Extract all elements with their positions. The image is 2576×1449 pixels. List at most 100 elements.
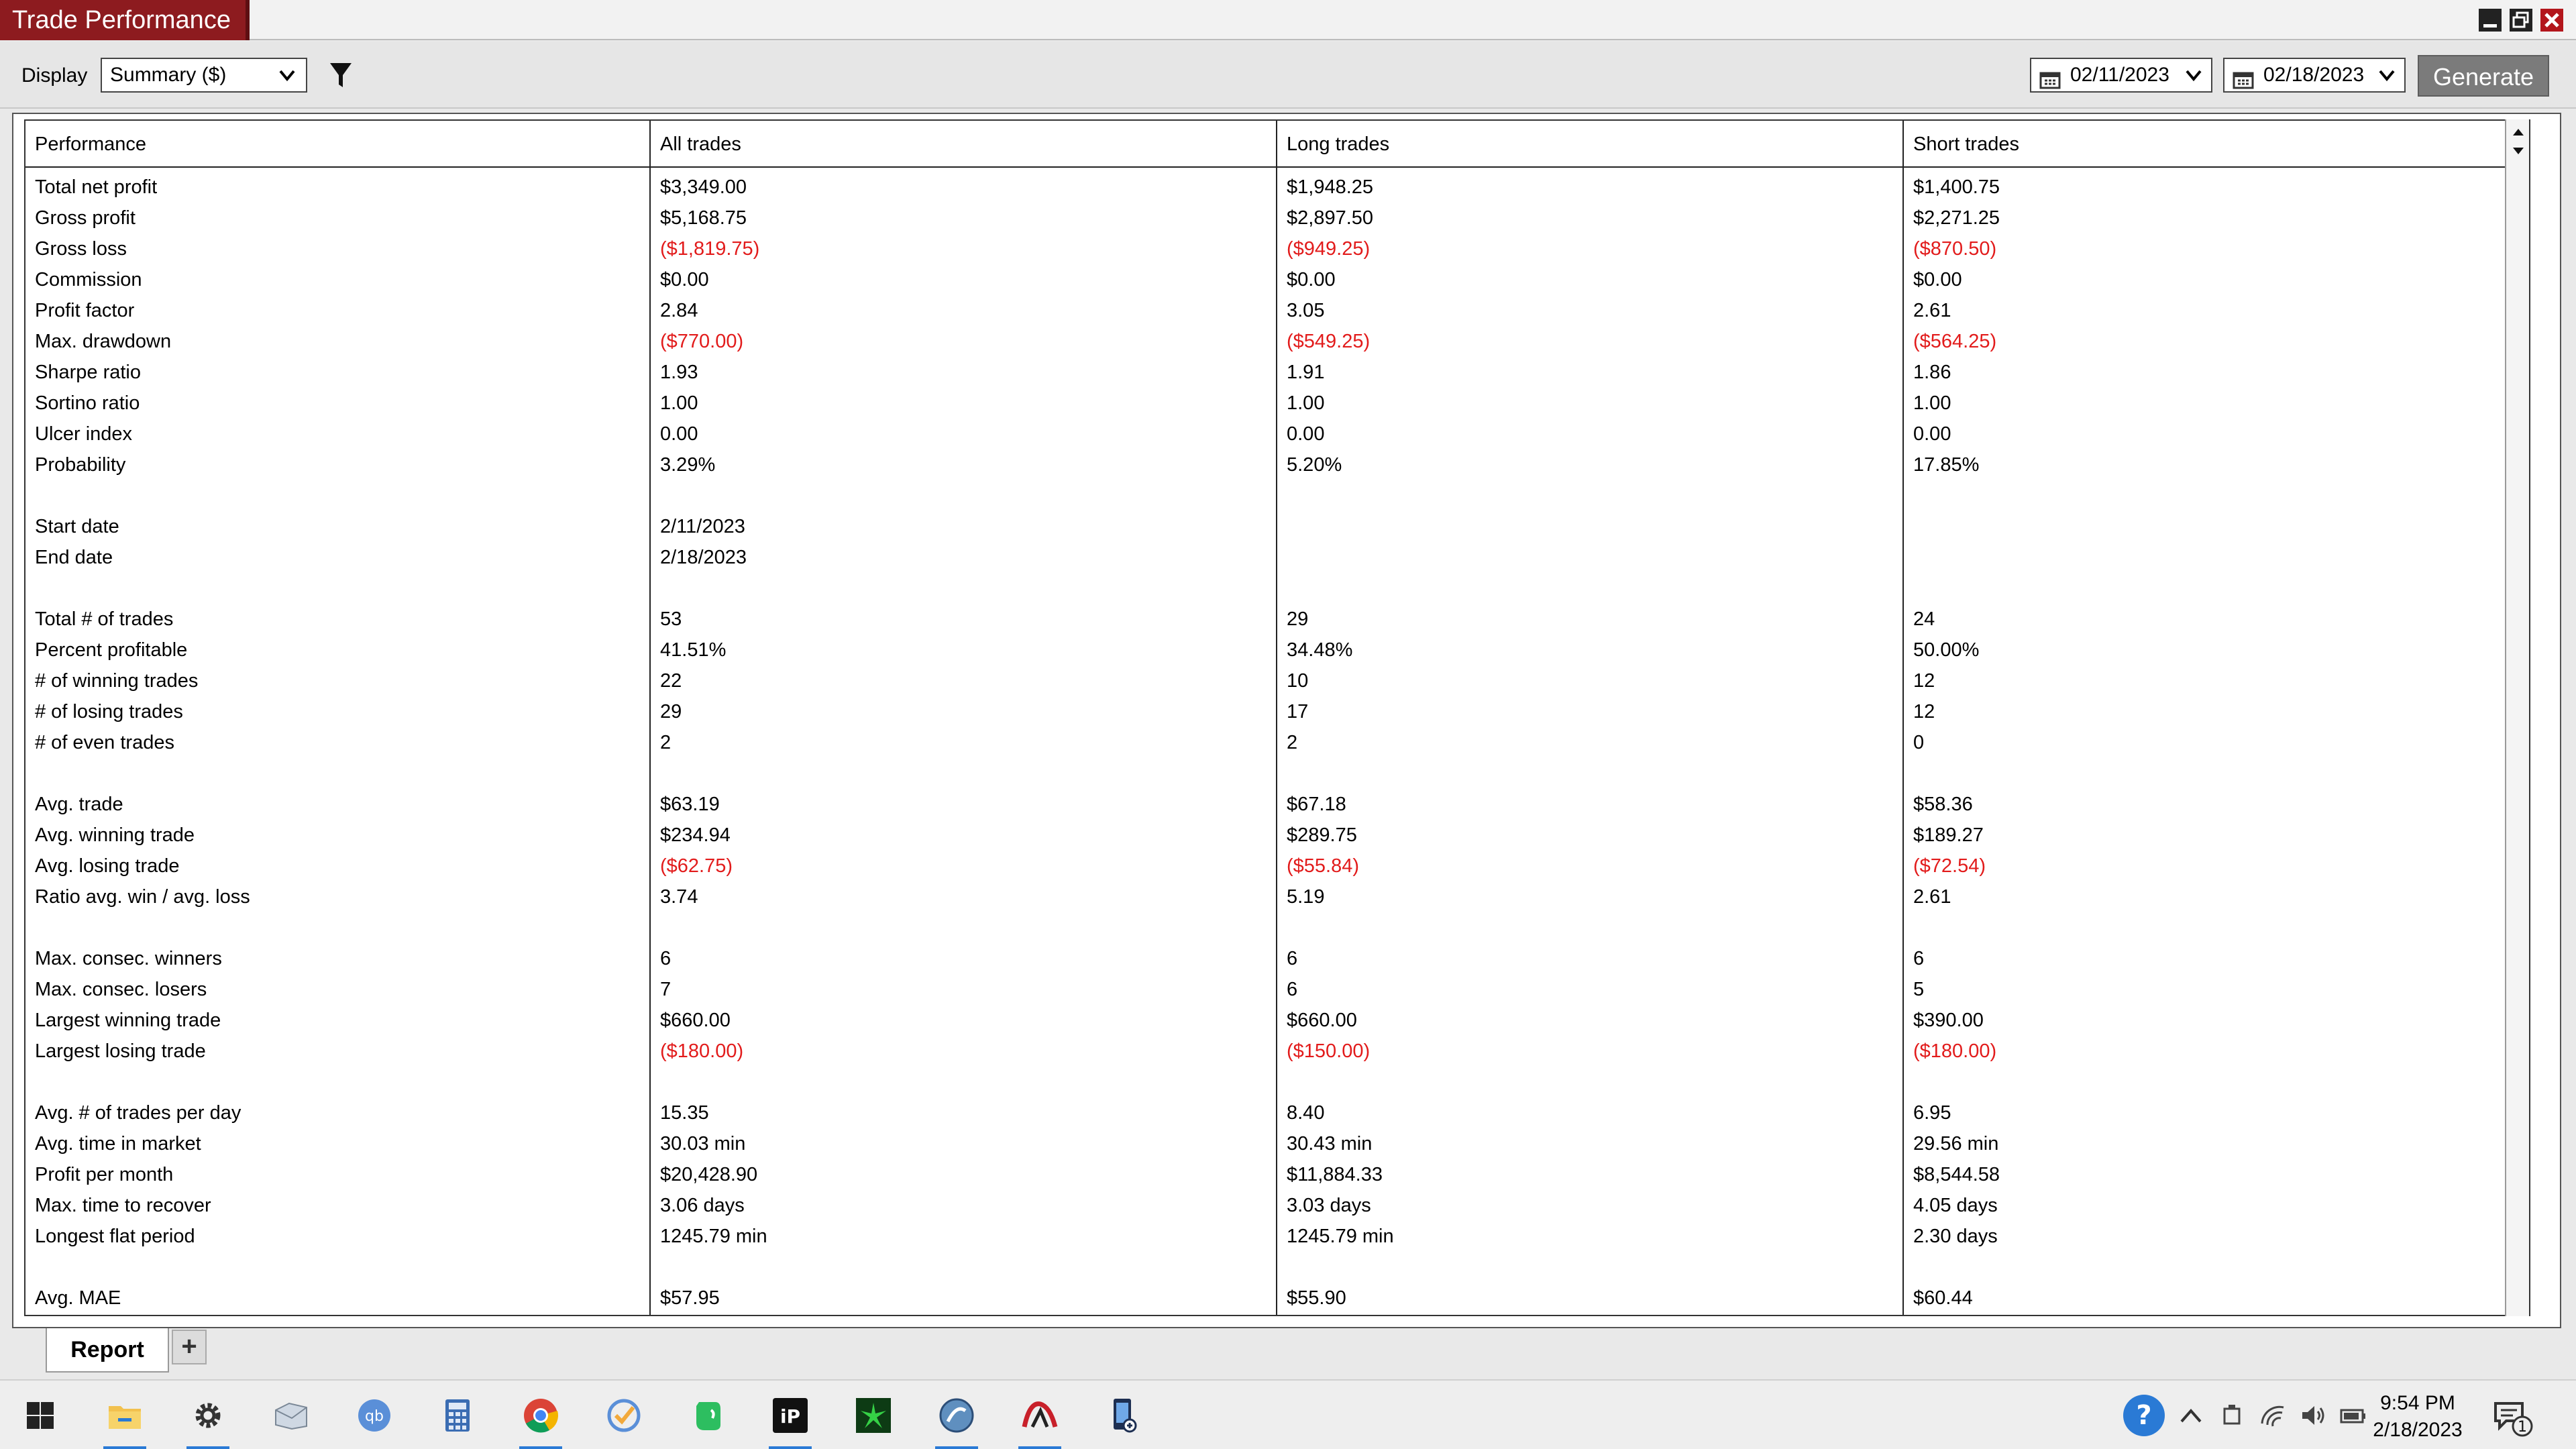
- vertical-scrollbar[interactable]: [2505, 119, 2529, 1316]
- all-trades-value: 2/18/2023: [660, 547, 747, 568]
- table-row[interactable]: # of even trades 2 2 0: [25, 727, 2529, 758]
- short-trades-value: ($564.25): [1913, 331, 1997, 352]
- short-trades-value: 6: [1913, 948, 1925, 969]
- table-row[interactable]: Sharpe ratio 1.93 1.91 1.86: [25, 357, 2529, 388]
- table-row[interactable]: Max. drawdown ($770.00) ($549.25) ($564.25): [25, 326, 2529, 357]
- row-label: Profit factor: [35, 300, 135, 321]
- row-label: Avg. trade: [35, 794, 123, 815]
- short-trades-value: ($180.00): [1913, 1040, 1997, 1062]
- table-row[interactable]: Avg. losing trade ($62.75) ($55.84) ($72.54…: [25, 851, 2529, 881]
- file-explorer-icon[interactable]: [99, 1390, 150, 1449]
- table-row[interactable]: Avg. MAE $57.95 $55.90 $60.44: [25, 1283, 2529, 1313]
- long-trades-value: $289.75: [1287, 824, 1357, 846]
- table-row[interactable]: Avg. # of trades per day 15.35 8.40 6.95: [25, 1097, 2529, 1128]
- header-performance[interactable]: Performance: [25, 121, 649, 166]
- table-row[interactable]: [25, 758, 2529, 789]
- close-button[interactable]: [2538, 7, 2565, 34]
- minimize-button[interactable]: [2477, 7, 2504, 34]
- row-label: # of even trades: [35, 732, 174, 753]
- table-row[interactable]: Ratio avg. win / avg. loss 3.74 5.19 2.61: [25, 881, 2529, 912]
- row-label: Gross profit: [35, 207, 136, 229]
- table-row[interactable]: Max. consec. losers 7 6 5: [25, 974, 2529, 1005]
- table-row[interactable]: [25, 480, 2529, 511]
- table-row[interactable]: End date 2/18/2023: [25, 542, 2529, 573]
- add-tab-button[interactable]: +: [172, 1330, 207, 1364]
- table-row[interactable]: Total # of trades 53 29 24: [25, 604, 2529, 635]
- restore-button[interactable]: [2508, 7, 2534, 34]
- notification-center-button[interactable]: 1: [2491, 1397, 2534, 1443]
- table-row[interactable]: Gross profit $5,168.75 $2,897.50 $2,271.25: [25, 203, 2529, 233]
- long-trades-value: $0.00: [1287, 269, 1336, 290]
- todo-check-icon[interactable]: [598, 1390, 649, 1441]
- header-short-trades[interactable]: Short trades: [1904, 121, 2508, 166]
- settings-gear-icon[interactable]: [182, 1390, 233, 1449]
- table-row[interactable]: Max. consec. winners 6 6 6: [25, 943, 2529, 974]
- table-row[interactable]: Longest flat period 1245.79 min 1245.79 mi…: [25, 1221, 2529, 1252]
- table-row[interactable]: Largest winning trade $660.00 $660.00 $390.…: [25, 1005, 2529, 1036]
- short-trades-value: 5: [1913, 979, 1925, 1000]
- calculator-icon[interactable]: [432, 1390, 483, 1441]
- generate-button[interactable]: Generate: [2418, 55, 2549, 97]
- table-row[interactable]: Percent profitable 41.51% 34.48% 50.00%: [25, 635, 2529, 665]
- system-clock[interactable]: 9:54 PM 2/18/2023: [2364, 1390, 2471, 1444]
- table-row[interactable]: Ulcer index 0.00 0.00 0.00: [25, 419, 2529, 449]
- tab-report[interactable]: Report: [46, 1328, 169, 1373]
- table-row[interactable]: Sortino ratio 1.00 1.00 1.00: [25, 388, 2529, 419]
- table-row[interactable]: # of winning trades 22 10 12: [25, 665, 2529, 696]
- globe-app-icon[interactable]: [931, 1390, 982, 1449]
- table-row[interactable]: Total net profit $3,349.00 $1,948.25 $1,400…: [25, 172, 2529, 203]
- table-row[interactable]: [25, 912, 2529, 943]
- all-trades-value: 41.51%: [660, 639, 727, 661]
- windows-start-icon[interactable]: [15, 1390, 66, 1441]
- all-trades-value: 2: [660, 732, 672, 753]
- table-row[interactable]: Gross loss ($1,819.75) ($949.25) ($870.50): [25, 233, 2529, 264]
- long-trades-value: 10: [1287, 670, 1309, 692]
- table-row[interactable]: [25, 1252, 2529, 1283]
- start-date-picker[interactable]: 02/11/2023: [2030, 58, 2212, 93]
- row-label: Ratio avg. win / avg. loss: [35, 886, 250, 908]
- row-label: Ulcer index: [35, 423, 133, 445]
- evernote-icon[interactable]: [682, 1390, 733, 1441]
- red-logo-app-icon[interactable]: [1014, 1390, 1065, 1449]
- table-row[interactable]: Profit factor 2.84 3.05 2.61: [25, 295, 2529, 326]
- long-trades-value: 1245.79 min: [1287, 1226, 1394, 1247]
- long-trades-value: 0.00: [1287, 423, 1325, 445]
- scroll-down-icon[interactable]: [2512, 146, 2525, 159]
- header-all-trades[interactable]: All trades: [651, 121, 1276, 166]
- table-row[interactable]: # of losing trades 29 17 12: [25, 696, 2529, 727]
- app-green-icon[interactable]: [848, 1390, 899, 1441]
- row-label: Percent profitable: [35, 639, 188, 661]
- row-label: Avg. losing trade: [35, 855, 180, 877]
- scroll-up-icon[interactable]: [2512, 127, 2525, 140]
- row-label: Probability: [35, 454, 126, 476]
- table-row[interactable]: Max. time to recover 3.06 days 3.03 days 4.…: [25, 1190, 2529, 1221]
- long-trades-value: 2: [1287, 732, 1298, 753]
- table-row[interactable]: [25, 1067, 2529, 1097]
- header-long-trades[interactable]: Long trades: [1277, 121, 1902, 166]
- svg-text:iP: iP: [780, 1405, 800, 1428]
- table-row[interactable]: Avg. trade $63.19 $67.18 $58.36: [25, 789, 2529, 820]
- filter-icon[interactable]: [329, 62, 353, 92]
- table-row[interactable]: Start date 2/11/2023: [25, 511, 2529, 542]
- row-label: Start date: [35, 516, 119, 537]
- table-row[interactable]: Avg. winning trade $234.94 $289.75 $189.27: [25, 820, 2529, 851]
- short-trades-value: $2,271.25: [1913, 207, 2000, 229]
- help-icon[interactable]: ?: [2118, 1390, 2169, 1441]
- row-label: Commission: [35, 269, 142, 290]
- phone-app-icon[interactable]: [1097, 1390, 1148, 1441]
- end-date-picker[interactable]: 02/18/2023: [2223, 58, 2406, 93]
- table-row[interactable]: Commission $0.00 $0.00 $0.00: [25, 264, 2529, 295]
- table-row[interactable]: [25, 573, 2529, 604]
- display-dropdown[interactable]: Summary ($): [101, 58, 307, 93]
- table-row[interactable]: Profit per month $20,428.90 $11,884.33 $8,5…: [25, 1159, 2529, 1190]
- short-trades-value: $1,400.75: [1913, 176, 2000, 198]
- qbittorrent-icon[interactable]: qb: [349, 1390, 400, 1441]
- app-dark-icon[interactable]: iP: [765, 1390, 816, 1449]
- row-label: Avg. MAE: [35, 1287, 121, 1309]
- chrome-icon[interactable]: [515, 1390, 566, 1449]
- table-row[interactable]: Probability 3.29% 5.20% 17.85%: [25, 449, 2529, 480]
- table-row[interactable]: Avg. time in market 30.03 min 30.43 min 29.…: [25, 1128, 2529, 1159]
- chevron-down-icon: [2182, 62, 2206, 99]
- mail-icon[interactable]: [266, 1390, 317, 1441]
- table-row[interactable]: Largest losing trade ($180.00) ($150.00) ($…: [25, 1036, 2529, 1067]
